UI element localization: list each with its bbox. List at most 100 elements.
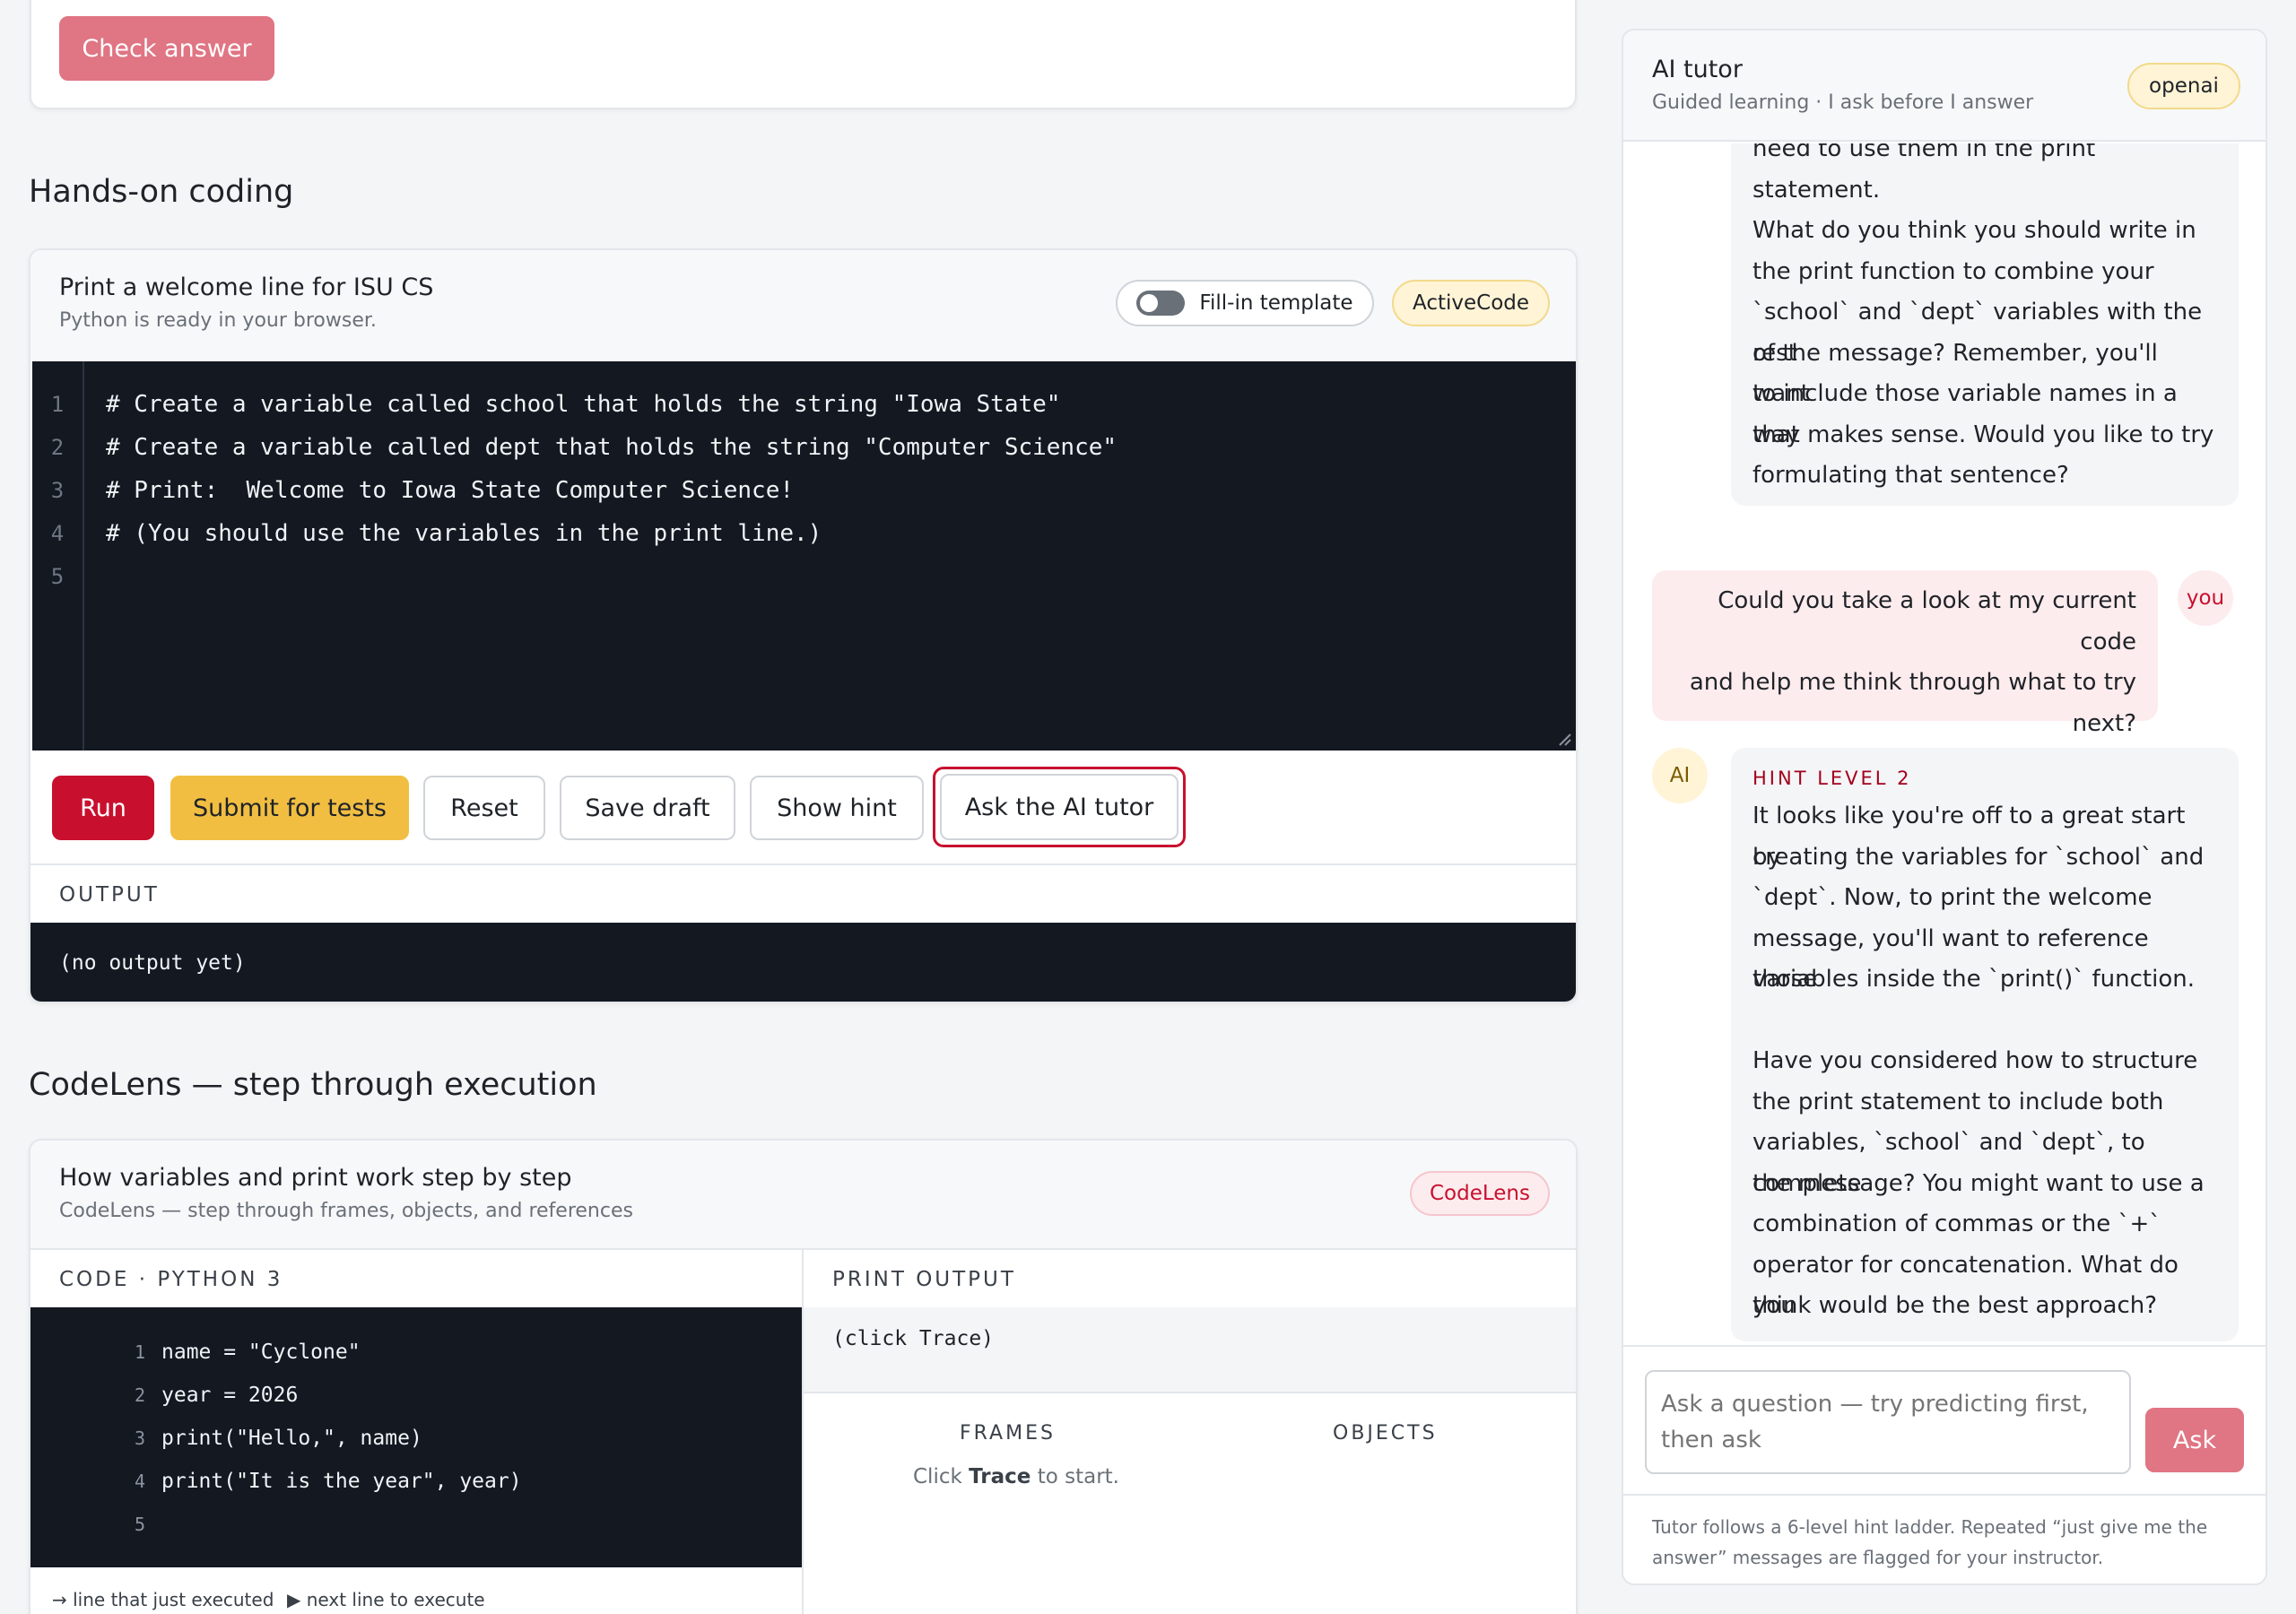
check-answer-button[interactable]: Check answer <box>59 16 274 81</box>
message-line: variables inside the `print()` function. <box>1752 966 2195 993</box>
message-line: operator for concatenation. What do you <box>1752 1251 2179 1320</box>
message-line: the print statement to include both <box>1752 1088 2164 1115</box>
trace-instructions-prefix: Click <box>913 1465 970 1488</box>
fill-in-template-toggle[interactable]: Fill-in template <box>1116 280 1374 326</box>
codelens-line: 5 <box>118 1503 802 1546</box>
legend-executed: → line that just executed <box>52 1589 274 1610</box>
print-output-panel: (click Trace) <box>804 1307 1576 1393</box>
message-line: `school` and `dept` variables with the r… <box>1752 299 2203 367</box>
tutor-footer-note: Tutor follows a 6-level hint ladder. Rep… <box>1652 1516 2208 1568</box>
message-line: think would be the best approach? <box>1752 1292 2158 1319</box>
code-editor[interactable]: 1 2 3 4 5 # Create a variable called sch… <box>32 361 1576 751</box>
ai-avatar: AI <box>1652 748 1708 803</box>
divider <box>1623 1494 2266 1496</box>
line-number: 4 <box>50 521 65 546</box>
line-number: 2 <box>50 435 65 460</box>
message-line: message, you'll want to reference those <box>1752 924 2149 994</box>
chat-messages[interactable]: need to use them in the print statement.… <box>1623 143 2266 1374</box>
column-divider <box>802 1250 804 1614</box>
trace-keyword: Trace <box>969 1465 1031 1488</box>
fill-in-template-label: Fill-in template <box>1199 291 1353 315</box>
codelens-line-number: 3 <box>134 1427 145 1449</box>
legend-next: ▶ next line to execute <box>287 1589 485 1610</box>
save-draft-button[interactable]: Save draft <box>560 776 735 840</box>
activecode-subtitle: Python is ready in your browser. <box>59 309 377 332</box>
objects-label: OBJECTS <box>1333 1422 1438 1445</box>
codelens-line: 4 print("It is the year", year) <box>118 1460 802 1503</box>
codelens-subtitle: CodeLens — step through frames, objects,… <box>59 1200 633 1222</box>
show-hint-button[interactable]: Show hint <box>750 776 924 840</box>
frames-label: FRAMES <box>960 1422 1056 1445</box>
message-line: What do you think you should write in <box>1752 217 2196 244</box>
codelens-badge: CodeLens <box>1410 1171 1550 1216</box>
message-line: the print function to combine your <box>1752 257 2154 285</box>
code-lines: # Create a variable called school that h… <box>106 383 1559 598</box>
resize-handle-icon[interactable] <box>1558 733 1572 747</box>
line-number: 5 <box>50 564 65 589</box>
user-avatar: you <box>2178 570 2233 626</box>
codelens-title: How variables and print work step by ste… <box>59 1164 572 1192</box>
message-line: combination of commas or the `+` <box>1752 1210 2161 1237</box>
output-label: OUTPUT <box>59 883 160 907</box>
code-line: # (You should use the variables in the p… <box>106 520 822 547</box>
message-line: the message? You might want to use a <box>1752 1169 2205 1197</box>
tutor-question-input[interactable] <box>1645 1370 2131 1474</box>
message-line: creating the variables for `school` and <box>1752 843 2205 871</box>
codelens-header <box>30 1141 1576 1250</box>
codelens-code-panel: 1 name = "Cyclone" 2 year = 2026 3 print("H… <box>30 1307 802 1567</box>
section-title-codelens: CodeLens — step through execution <box>29 1067 597 1103</box>
message-line: formulating that sentence? <box>1752 462 2069 489</box>
codelens-line-code: name = "Cyclone" <box>161 1341 361 1364</box>
section-title-hands-on: Hands-on coding <box>29 174 294 210</box>
message-line: need to use them in the print statement. <box>1752 143 2096 204</box>
provider-badge: openai <box>2127 63 2240 109</box>
reset-button[interactable]: Reset <box>423 776 545 840</box>
message-line: of the message? Remember, you'll want <box>1752 339 2158 408</box>
activecode-title: Print a welcome line for ISU CS <box>59 273 434 301</box>
ask-button[interactable]: Ask <box>2145 1408 2244 1472</box>
trace-instructions-suffix: to start. <box>1031 1465 1119 1488</box>
print-output-text: (click Trace) <box>832 1327 995 1350</box>
codelens-card: How variables and print work step by ste… <box>29 1139 1578 1614</box>
ai-tutor-panel: AI tutor Guided learning · I ask before … <box>1622 29 2267 1585</box>
message-line: that makes sense. Would you like to try <box>1752 421 2214 448</box>
message-line: next? <box>2072 709 2136 737</box>
divider <box>30 863 1576 865</box>
message-line: It looks like you're off to a great star… <box>1752 803 2186 871</box>
codelens-line-code: year = 2026 <box>161 1384 299 1407</box>
run-button[interactable]: Run <box>52 776 154 840</box>
code-line: # Print: Welcome to Iowa State Computer … <box>106 477 795 504</box>
tutor-title: AI tutor <box>1652 56 1743 83</box>
message-line: Have you considered how to structure <box>1752 1047 2198 1074</box>
ai-message: need to use them in the print statement.… <box>1731 143 2239 506</box>
ask-ai-tutor-button[interactable]: Ask the AI tutor <box>940 774 1178 840</box>
tutor-subtitle: Guided learning · I ask before I answer <box>1652 91 2034 114</box>
divider <box>1623 1345 2266 1347</box>
exercise-card: Check answer <box>30 0 1577 109</box>
line-number: 3 <box>50 478 65 503</box>
editor-gutter: 1 2 3 4 5 <box>32 361 84 751</box>
activecode-card: Print a welcome line for ISU CS Python i… <box>29 248 1578 1003</box>
message-line: and help me think through what to try <box>1689 669 2136 696</box>
codelens-line-code: print("It is the year", year) <box>161 1470 522 1493</box>
code-line: # Create a variable called dept that hol… <box>106 434 1118 461</box>
codelens-line-number: 5 <box>134 1514 145 1535</box>
codelens-line: 2 year = 2026 <box>118 1374 802 1417</box>
codelens-line: 1 name = "Cyclone" <box>118 1331 802 1374</box>
message-line: variables, `school` and `dept`, to compl… <box>1752 1129 2145 1197</box>
user-message: Could you take a look at my current code… <box>1652 570 2158 737</box>
line-number: 1 <box>50 392 65 417</box>
message-line: to include those variable names in a way <box>1752 380 2178 448</box>
trace-instructions: Click Trace to start. <box>913 1465 1119 1488</box>
message-line <box>1752 1001 2217 1042</box>
output-panel: (no output yet) <box>30 923 1576 1002</box>
message-line: Could you take a look at my current code <box>1718 587 2136 655</box>
code-python-label: CODE · PYTHON 3 <box>59 1268 283 1291</box>
submit-for-tests-button[interactable]: Submit for tests <box>170 776 409 840</box>
output-text: (no output yet) <box>59 951 246 975</box>
codelens-line: 3 print("Hello,", name) <box>118 1417 802 1460</box>
codelens-line-number: 1 <box>134 1341 145 1363</box>
activecode-badge: ActiveCode <box>1392 280 1550 326</box>
hint-level-label: HINT LEVEL 2 <box>1752 768 1912 789</box>
